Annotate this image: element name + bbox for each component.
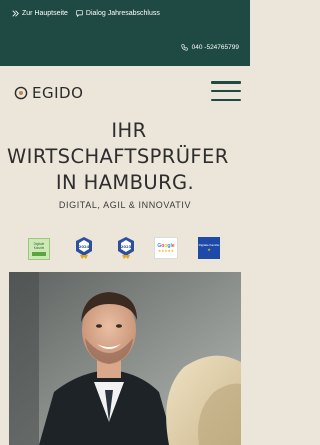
hero-photo — [9, 272, 241, 445]
digital-kanzlei-badge: Digitale Kanzlei — [28, 238, 50, 260]
badge-year: 2024 — [79, 244, 90, 249]
digital-kanzlei-blue-badge: Digitale Kanzlei ★ — [198, 237, 220, 259]
badge-bar — [32, 252, 46, 256]
badge-text: Digitale Kanzlei — [33, 242, 45, 250]
hero-line-3: IN HAMBURG. — [55, 171, 195, 194]
link-dialog-jahresabschluss[interactable]: Dialog Jahresabschluss — [76, 10, 160, 17]
portrait-image — [9, 272, 241, 445]
hero-line-2: WIRTSCHAFTSPRÜFER — [7, 145, 229, 168]
top-links: Zur Hauptseite Dialog Jahresabschluss — [12, 10, 160, 17]
badge-year: 2023 — [121, 244, 132, 249]
award-2024-badge: 2024 — [76, 237, 92, 259]
logo[interactable]: EGIDO — [14, 84, 83, 102]
chat-bubble-icon — [76, 10, 83, 17]
logo-mark-icon — [14, 86, 28, 100]
google-rating-badge: Google ★★★★★ — [154, 237, 178, 259]
phone-link[interactable]: 040 -524765799 — [181, 44, 239, 51]
award-badges: Digitale Kanzlei 2024 2023 Google ★★★★★ … — [28, 236, 228, 262]
menu-bar — [211, 98, 241, 101]
menu-bar — [211, 89, 241, 93]
link-label: Dialog Jahresabschluss — [85, 10, 160, 17]
hamburger-menu-icon[interactable] — [211, 81, 241, 101]
phone-icon — [181, 44, 188, 51]
site-header: EGIDO — [0, 66, 250, 118]
link-label: Zur Hauptseite — [22, 10, 68, 17]
hero-subline: DIGITAL, AGIL & INNOVATIV — [58, 200, 192, 210]
phone-number: 040 -524765799 — [191, 44, 239, 51]
rating-stars: ★★★★★ — [158, 249, 174, 253]
double-chevron-right-icon — [12, 10, 19, 17]
star-icon: ★ — [207, 247, 211, 253]
menu-bar — [211, 81, 241, 84]
hero-line-1: IHR — [111, 119, 147, 142]
top-bar: Zur Hauptseite Dialog Jahresabschluss 04… — [0, 0, 250, 66]
link-zur-hauptseite[interactable]: Zur Hauptseite — [12, 10, 68, 17]
hero-headline: IHR WIRTSCHAFTSPRÜFER IN HAMBURG. — [0, 118, 250, 196]
logo-text: EGIDO — [32, 84, 84, 102]
award-2023-badge: 2023 — [118, 237, 134, 259]
